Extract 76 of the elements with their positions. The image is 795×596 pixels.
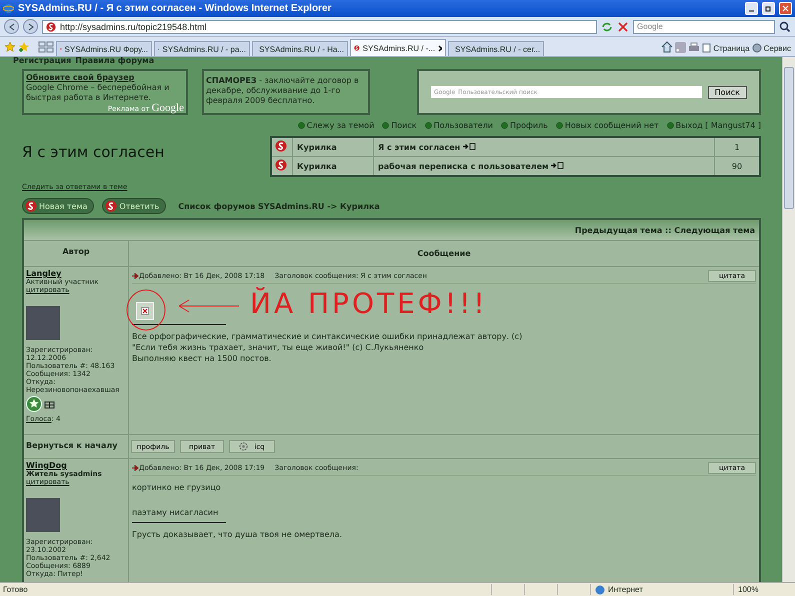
post-text: Все орфографические, грамматические и синтаксические ошибки принадлежат автору. (с) (132, 331, 524, 342)
topic-title: Я с этим согласен (22, 143, 164, 161)
post-text: паэтаму нисагласин (132, 507, 220, 518)
bullet-icon (556, 122, 563, 129)
zoom-control[interactable]: 100% (733, 584, 792, 595)
nav-link[interactable]: Поиск (382, 121, 417, 130)
globe-icon (595, 584, 605, 594)
bullet-icon (298, 122, 305, 129)
avatar-placeholder (26, 498, 60, 532)
broken-image-icon (136, 302, 154, 320)
back-to-top: Вернуться к началу (26, 441, 118, 450)
gear-icon (752, 43, 762, 53)
search-icon[interactable] (779, 20, 791, 32)
bullet-icon (666, 122, 674, 129)
nav-link[interactable]: Пользователи (424, 121, 494, 130)
bullet-icon (424, 122, 432, 129)
status-text: Готово (3, 585, 29, 594)
nav-link[interactable]: Слежу за темой (298, 121, 374, 130)
breadcrumb: Список форумов SYSAdmins.RU -> Курилка (178, 202, 380, 210)
favorites-star-icon[interactable] (4, 41, 16, 53)
nav-link[interactable]: Профиль (501, 121, 548, 130)
restore-button[interactable] (762, 2, 775, 15)
star-badge-icon (26, 396, 56, 412)
column-header: Автор (61, 246, 91, 258)
nav-link[interactable]: Выход [ Mangust74 ] (666, 121, 761, 130)
add-favorite-icon[interactable] (18, 41, 30, 53)
close-button[interactable] (779, 2, 792, 15)
address-field[interactable]: http://sysadmins.ru/topic219548.html (42, 20, 597, 34)
topic-link[interactable]: Я с этим согласен (374, 137, 714, 156)
post-text: "Если тебя жизнь трахает, значит, ты еще живой!" (с) С.Лукьяненко (132, 342, 425, 353)
bullet-icon (501, 122, 508, 129)
tools-menu[interactable]: Сервис (752, 43, 791, 53)
stop-icon[interactable] (617, 20, 629, 32)
search-field[interactable]: Google (633, 20, 775, 34)
arrow-icon (132, 465, 139, 471)
printer-icon[interactable] (688, 42, 700, 53)
arrow-page-icon (551, 162, 564, 168)
browser-tab[interactable]: SYSAdmins.RU Фору... (56, 41, 152, 56)
page-menu[interactable]: Страница (702, 43, 750, 53)
post-text: Грусть доказывает, что душа твоя не омертвела. (132, 529, 343, 540)
handwritten-note: ЙА ПРОТЕФ!!! (250, 288, 488, 320)
search-button[interactable]: Поиск (708, 86, 747, 98)
top-link[interactable]: Регистрация (13, 57, 72, 65)
browser-tab[interactable]: SYSAdmins.RU / - ра... (154, 41, 250, 56)
author-name[interactable]: WingDog (26, 461, 126, 470)
browser-tab[interactable]: SYSAdmins.RU / -... (350, 39, 446, 56)
action-button[interactable]: Новая тема (22, 198, 94, 214)
browser-tab[interactable]: SYSAdmins.RU / - сег... (448, 41, 544, 56)
post-text: Выполняю квест на 1500 постов. (132, 353, 272, 364)
minimize-button[interactable] (745, 2, 758, 15)
ad-title[interactable]: Обновите свой браузер (26, 73, 184, 83)
top-link[interactable]: Правила форума (75, 57, 154, 65)
restore-icon (765, 5, 772, 12)
back-button[interactable] (4, 19, 19, 34)
bullet-icon (382, 122, 390, 129)
refresh-icon[interactable] (601, 20, 613, 32)
arrow-page-icon (462, 142, 476, 150)
column-header: Сообщение (416, 248, 472, 260)
arrow-icon (132, 273, 139, 279)
nav-link[interactable]: Новых сообщений нет (556, 121, 659, 130)
topic-nav-links[interactable]: Предыдущая тема :: Следующая тема (574, 226, 755, 234)
author-name[interactable]: Langley (26, 269, 126, 278)
page-icon (702, 43, 712, 53)
home-icon[interactable] (661, 41, 674, 53)
forward-button[interactable] (23, 19, 38, 34)
flower-icon (239, 442, 248, 451)
post-text: кортинко не грузицо (132, 482, 222, 493)
ad-text: Google Chrome – бесперебойная и быстрая работа в Интернете. (26, 83, 170, 103)
avatar-placeholder (26, 306, 60, 340)
zone-indicator: Интернет (590, 584, 729, 595)
ad-text: СПАМОРЕЗ - заключайте договор в декабре, обслуживание до 1-го февраля 2009 бесплатно. (206, 76, 360, 106)
window-title: SYSAdmins.RU / - Я с этим согласен - Windows Internet Explorer (18, 3, 332, 14)
action-button[interactable]: Ответить (102, 198, 166, 214)
browser-tab[interactable]: SYSAdmins.RU / - На... (252, 41, 348, 56)
tab-grid-icon[interactable] (38, 41, 54, 53)
forum-cell: Курилка (292, 137, 374, 156)
